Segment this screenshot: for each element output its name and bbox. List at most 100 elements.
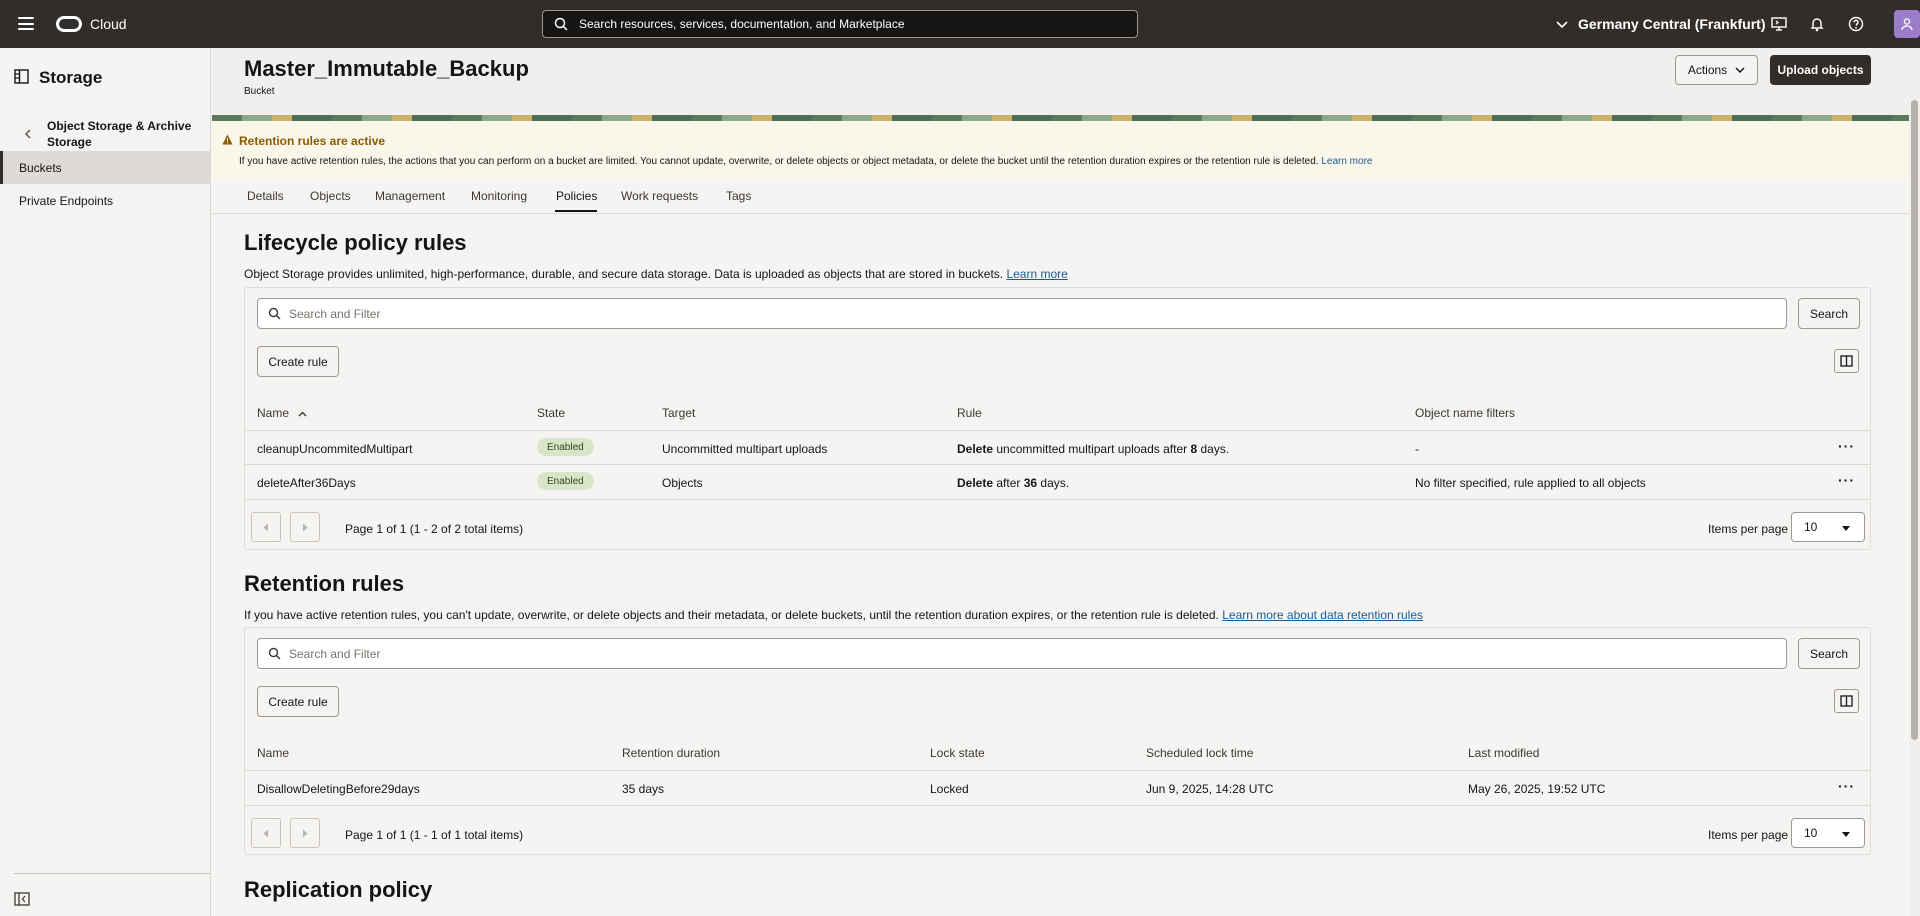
tab-tags[interactable]: Tags [726,189,751,203]
caret-down-icon [1842,832,1850,837]
cloud-shell-icon[interactable] [1769,14,1789,34]
rule-name[interactable]: deleteAfter36Days [257,476,356,490]
notifications-icon[interactable] [1807,14,1827,34]
col-header-object-name-filters[interactable]: Object name filters [1415,406,1515,420]
back-chevron-icon[interactable] [24,128,32,142]
rule-description: Delete uncommitted multipart uploads aft… [957,442,1229,456]
row-divider [245,464,1870,465]
retention-description: If you have active retention rules, you … [244,608,1423,622]
scheduled-lock-time: Jun 9, 2025, 14:28 UTC [1146,782,1274,796]
row-actions-menu-icon[interactable]: ··· [1838,472,1855,488]
pagination-info: Page 1 of 1 (1 - 2 of 2 total items) [345,522,524,536]
last-modified: May 26, 2025, 19:52 UTC [1468,782,1606,796]
lifecycle-desc-text: Object Storage provides unlimited, high-… [244,267,1004,281]
global-search-input[interactable]: Search resources, services, documentatio… [542,10,1138,38]
search-icon [268,647,281,663]
lifecycle-title: Lifecycle policy rules [244,230,467,255]
col-header-retention-duration[interactable]: Retention duration [622,746,720,760]
next-page-button[interactable] [290,512,320,542]
items-per-page-select[interactable]: 10 [1791,512,1865,542]
retention-search-button[interactable]: Search [1798,638,1860,669]
user-avatar-icon[interactable] [1894,10,1920,38]
sidebar-parent-link[interactable]: Object Storage & Archive Storage [47,118,197,150]
tab-management[interactable]: Management [375,189,445,203]
filter-placeholder: Search and Filter [289,646,381,661]
lock-state: Locked [930,782,969,796]
tab-details[interactable]: Details [247,189,284,203]
collapse-sidebar-icon[interactable] [14,892,30,909]
rule-action: Delete [957,442,994,456]
actions-label: Actions [1687,63,1728,77]
row-divider [245,805,1870,806]
col-header-rule[interactable]: Rule [957,406,982,420]
prev-page-button[interactable] [251,512,281,542]
column-settings-icon[interactable] [1834,689,1859,713]
retention-title: Retention rules [244,571,405,596]
help-icon[interactable] [1846,14,1866,34]
col-header-name[interactable]: Name [257,746,289,760]
prev-page-button[interactable] [251,818,281,848]
rule-name[interactable]: cleanupUncommitedMultipart [257,442,412,456]
retention-rule-name[interactable]: DisallowDeletingBefore29days [257,782,420,796]
tab-bar [212,178,1909,214]
retention-filter-input[interactable]: Search and Filter [257,638,1787,669]
tab-policies[interactable]: Policies [556,189,597,203]
col-header-state[interactable]: State [537,406,565,420]
notice-text: If you have active retention rules, the … [239,156,1372,167]
brand-name[interactable]: Cloud [90,16,127,32]
lifecycle-create-rule-button[interactable]: Create rule [257,346,339,377]
page-subtitle: Bucket [244,86,275,97]
retention-create-rule-button[interactable]: Create rule [257,686,339,717]
pagination-info: Page 1 of 1 (1 - 1 of 1 total items) [345,828,524,842]
search-icon [554,17,568,34]
upload-objects-button[interactable]: Upload objects [1770,55,1871,85]
col-header-target[interactable]: Target [662,406,695,420]
page-title: Master_Immutable_Backup [244,56,529,81]
lifecycle-learn-more-link[interactable]: Learn more [1006,267,1067,281]
tab-monitoring[interactable]: Monitoring [471,189,527,203]
search-icon [268,307,281,323]
rule-filter: - [1415,442,1419,456]
rule-description: Delete after 36 days. [957,476,1069,490]
chevron-down-icon [1556,16,1568,32]
row-actions-menu-icon[interactable]: ··· [1838,438,1855,454]
sidebar-item-buckets[interactable]: Buckets [0,151,211,184]
col-header-name[interactable]: Name [257,406,307,420]
row-divider [245,770,1870,771]
chevron-down-icon [1735,63,1745,77]
lifecycle-search-button[interactable]: Search [1798,298,1860,329]
region-label: Germany Central (Frankfurt) [1578,16,1766,32]
items-per-page-select[interactable]: 10 [1791,818,1865,848]
retention-learn-more-link[interactable]: Learn more about data retention rules [1222,608,1423,622]
scrollbar-thumb[interactable] [1911,100,1918,740]
rule-text-end: days. [1037,476,1070,490]
row-actions-menu-icon[interactable]: ··· [1838,778,1855,794]
sidebar-item-private-endpoints[interactable]: Private Endpoints [0,184,211,217]
row-divider [245,499,1870,500]
col-header-last-modified[interactable]: Last modified [1468,746,1539,760]
replication-title: Replication policy [244,877,433,902]
oracle-logo-icon[interactable] [56,16,82,32]
tab-work-requests[interactable]: Work requests [621,189,698,203]
row-divider [245,430,1870,431]
warning-icon [222,134,233,148]
tab-objects[interactable]: Objects [310,189,351,203]
col-header-lock-state[interactable]: Lock state [930,746,985,760]
notice-body: If you have active retention rules, the … [239,156,1319,167]
items-per-page-label: Items per page [1708,522,1789,536]
rule-text-end: days. [1197,442,1230,456]
rule-target: Uncommitted multipart uploads [662,442,828,456]
region-selector[interactable]: Germany Central (Frankfurt) [1556,16,1765,32]
lifecycle-filter-input[interactable]: Search and Filter [257,298,1787,329]
sidebar-divider [14,873,210,874]
notice-learn-more-link[interactable]: Learn more [1321,156,1372,167]
menu-icon[interactable] [18,17,34,30]
actions-button[interactable]: Actions [1675,55,1758,85]
sidebar-title: Storage [39,68,103,87]
next-page-button[interactable] [290,818,320,848]
col-header-scheduled-lock-time[interactable]: Scheduled lock time [1146,746,1253,760]
lifecycle-description: Object Storage provides unlimited, high-… [244,267,1068,281]
column-settings-icon[interactable] [1834,349,1859,373]
retention-duration: 35 days [622,782,665,796]
col-header-label: Name [257,406,290,420]
